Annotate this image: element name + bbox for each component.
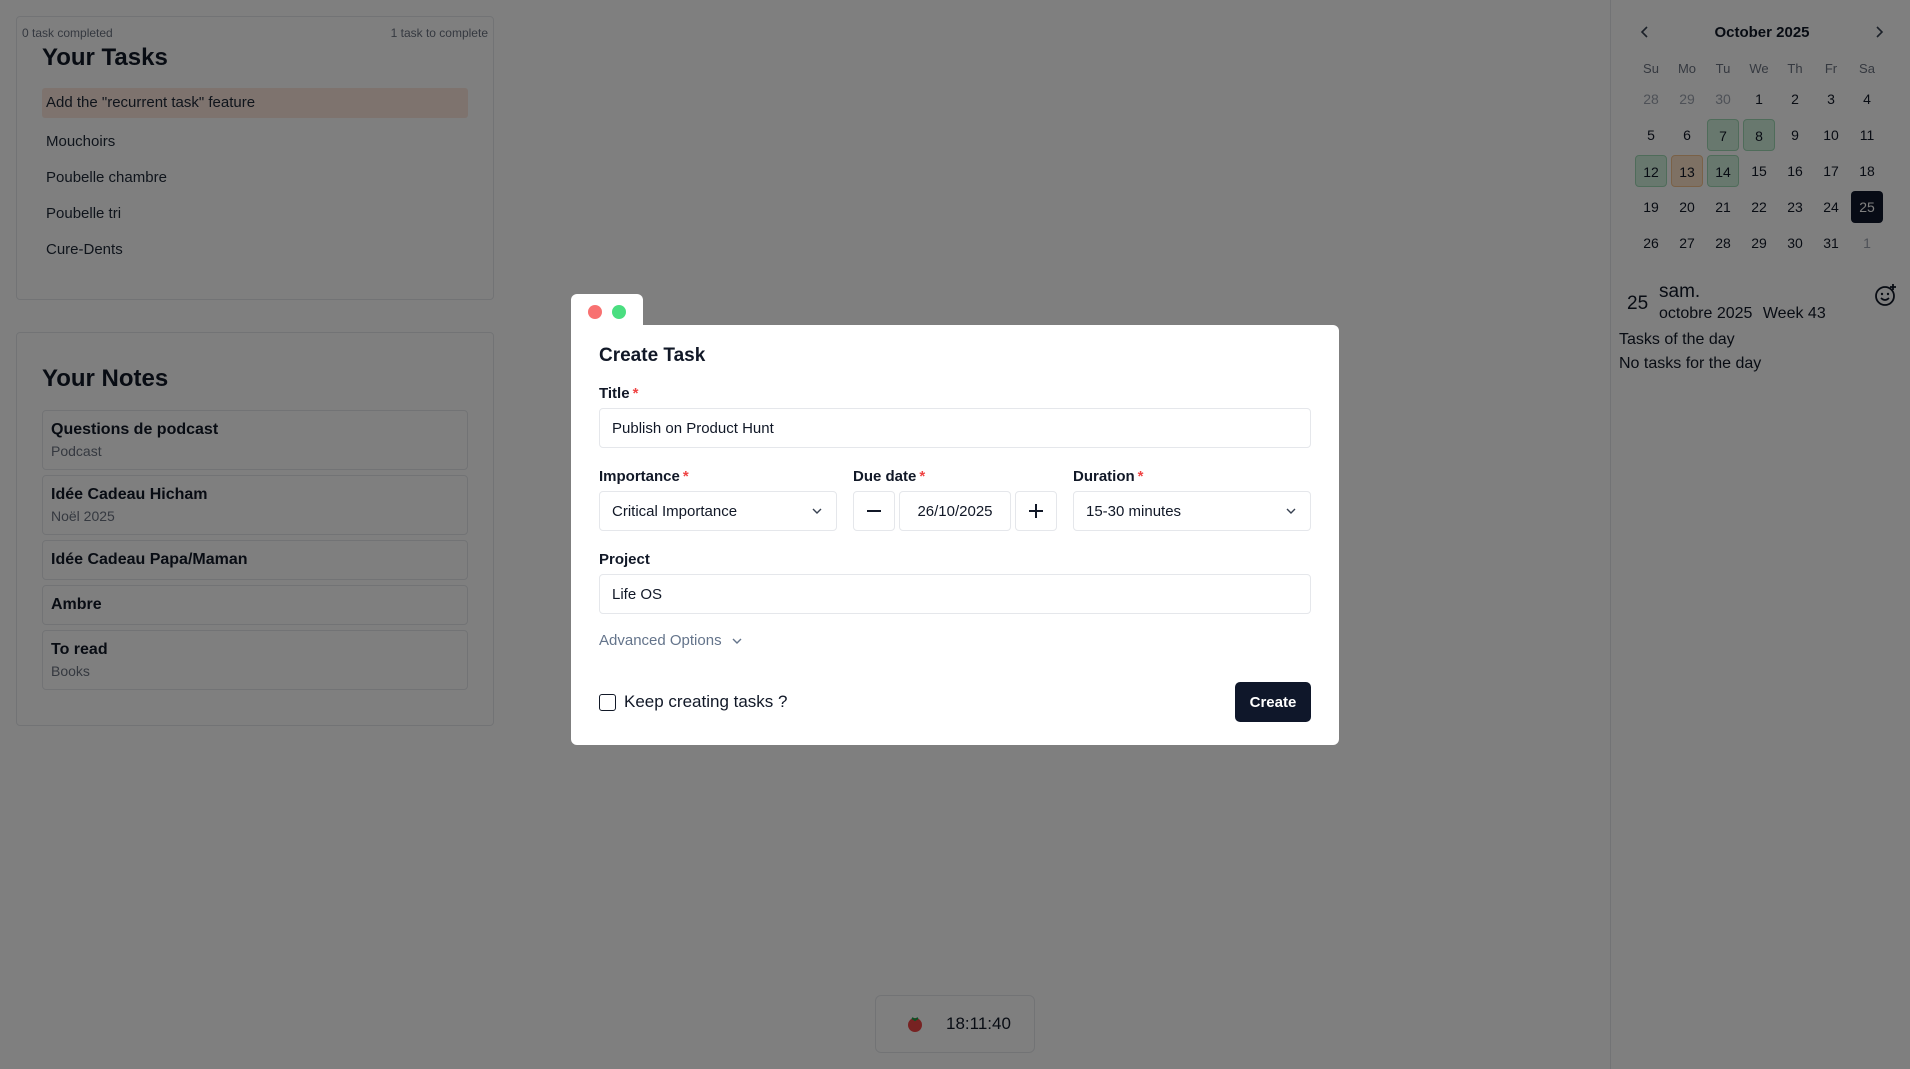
required-mark: * (919, 468, 926, 485)
title-label-text: Title (599, 385, 630, 402)
project-label: Project (599, 551, 650, 568)
chevron-down-icon (732, 638, 742, 644)
maximize-window-icon[interactable] (612, 305, 626, 319)
minus-icon (867, 510, 881, 512)
duration-select[interactable]: 15-30 minutes (1073, 491, 1311, 531)
importance-select[interactable]: Critical Importance (599, 491, 837, 531)
required-mark: * (682, 468, 689, 485)
required-mark: * (632, 385, 639, 402)
chevron-down-icon (1286, 508, 1296, 514)
increment-date-button[interactable] (1015, 491, 1057, 531)
close-window-icon[interactable] (588, 305, 602, 319)
modal-window-controls (571, 294, 643, 328)
due-date-field: Due date * 26/10/2025 (853, 468, 1057, 531)
importance-value: Critical Importance (612, 502, 738, 520)
duration-label-text: Duration (1073, 468, 1135, 485)
due-date-label: Due date * (853, 468, 1057, 485)
keep-creating-checkbox[interactable]: Keep creating tasks ? (599, 692, 787, 712)
duration-field: Duration * 15-30 minutes (1073, 468, 1311, 531)
required-mark: * (1137, 468, 1144, 485)
create-button[interactable]: Create (1235, 682, 1311, 722)
title-input[interactable]: Publish on Product Hunt (599, 408, 1311, 448)
importance-label: Importance * (599, 468, 837, 485)
project-input[interactable]: Life OS (599, 574, 1311, 614)
importance-field: Importance * Critical Importance (599, 468, 837, 531)
advanced-options-label: Advanced Options (599, 632, 722, 649)
due-date-input[interactable]: 26/10/2025 (899, 491, 1011, 531)
keep-creating-label: Keep creating tasks ? (624, 692, 788, 711)
duration-value: 15-30 minutes (1086, 502, 1182, 520)
decrement-date-button[interactable] (853, 491, 895, 531)
title-label: Title * (599, 385, 1311, 402)
advanced-options-toggle[interactable]: Advanced Options (599, 632, 1311, 649)
create-task-dialog: Create Task Title * Publish on Product Hu… (571, 325, 1339, 745)
checkbox-box[interactable] (599, 693, 616, 711)
chevron-down-icon (812, 508, 822, 514)
plus-icon (1029, 504, 1043, 518)
dialog-title: Create Task (599, 345, 706, 366)
importance-label-text: Importance (599, 468, 680, 485)
due-date-label-text: Due date (853, 468, 917, 485)
duration-label: Duration * (1073, 468, 1311, 485)
